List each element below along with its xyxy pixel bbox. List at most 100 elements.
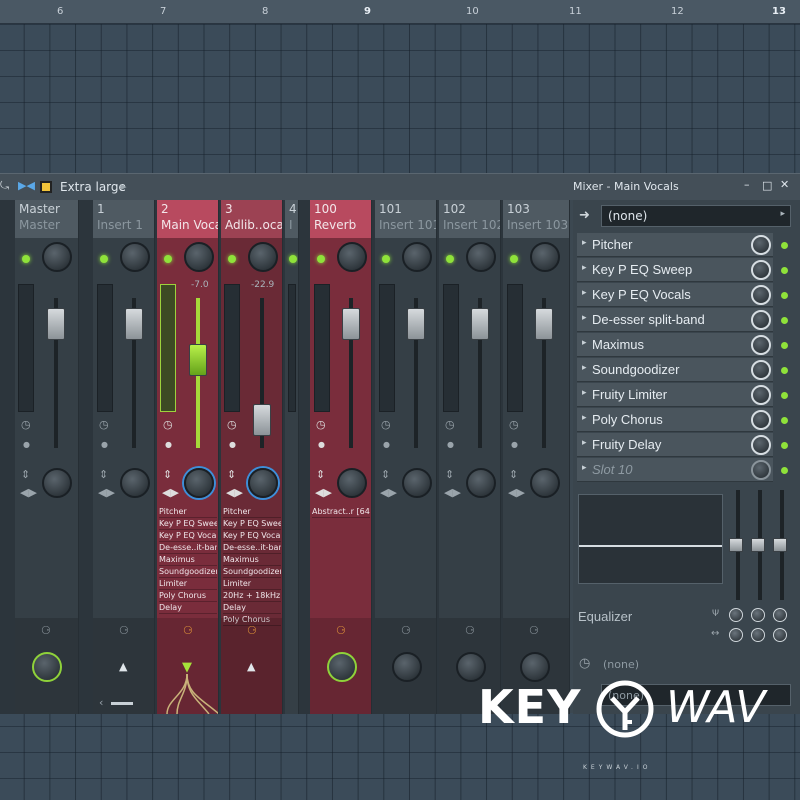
fx-item[interactable]: Key P EQ Vocals: [223, 530, 281, 542]
strip-header[interactable]: 102 Insert 102: [439, 200, 500, 238]
pan-knob[interactable]: [248, 242, 278, 272]
swap-icon[interactable]: ◀▶: [20, 486, 37, 499]
eq-band-handle[interactable]: [729, 538, 743, 552]
clock-icon[interactable]: ◷: [227, 418, 237, 431]
insert-strip[interactable]: 102 Insert 102 ◷ ● ⇕ ◀▶ ⚆: [439, 200, 501, 714]
slot-mix-knob[interactable]: [751, 385, 771, 405]
expand-icon[interactable]: ▸: [582, 313, 587, 323]
clock-icon[interactable]: ◷: [21, 418, 31, 431]
insert-strip[interactable]: 103 Insert 103 ◷ ● ⇕ ◀▶ ⚆: [503, 200, 570, 714]
route-up-icon[interactable]: ▲: [247, 660, 255, 673]
fx-slot-1[interactable]: ▸ Pitcher: [577, 233, 773, 257]
eq-freq-knob[interactable]: [729, 608, 743, 622]
slot-enable-led[interactable]: [781, 317, 788, 324]
volume-fader[interactable]: [253, 404, 271, 436]
route-knob[interactable]: [327, 652, 357, 682]
eq-freq-knob[interactable]: [773, 608, 787, 622]
fx-item[interactable]: Maximus: [159, 554, 217, 566]
route-icon[interactable]: ⚆: [247, 624, 257, 637]
mute-led[interactable]: [446, 255, 454, 263]
pan-knob[interactable]: [337, 242, 367, 272]
strip-header[interactable]: 3 Adlib..ocals: [221, 200, 282, 238]
clock-icon[interactable]: ◷: [509, 418, 519, 431]
input-arrow-icon[interactable]: ➜: [579, 208, 590, 223]
slot-mix-knob[interactable]: [751, 435, 771, 455]
fx-item[interactable]: Limiter: [223, 578, 281, 590]
slot-mix-knob[interactable]: [751, 310, 771, 330]
slot-mix-knob[interactable]: [751, 410, 771, 430]
volume-fader[interactable]: [535, 308, 553, 340]
strip-header[interactable]: 2 Main Vocals: [157, 200, 218, 238]
pan-knob[interactable]: [402, 242, 432, 272]
fx-item[interactable]: Key P EQ Sweep: [159, 518, 217, 530]
slot-enable-led[interactable]: [781, 367, 788, 374]
timeline-ruler[interactable]: 6 7 8 9 10 11 12 13: [0, 0, 800, 24]
route-icon[interactable]: ⚆: [183, 624, 193, 637]
mute-led[interactable]: [164, 255, 172, 263]
stereo-knob[interactable]: [337, 468, 367, 498]
route-icon[interactable]: ⚆: [119, 624, 129, 637]
swap-icon[interactable]: ◀▶: [162, 486, 179, 499]
stereo-knob[interactable]: [402, 468, 432, 498]
eq-band-handle[interactable]: [751, 538, 765, 552]
fx-slot-2[interactable]: ▸ Key P EQ Sweep: [577, 258, 773, 282]
fx-item[interactable]: De-esse..it-band: [159, 542, 217, 554]
fx-item[interactable]: Delay: [223, 602, 281, 614]
expand-icon[interactable]: ▸: [582, 388, 587, 398]
expand-icon[interactable]: ▸: [582, 438, 587, 448]
fx-item[interactable]: Soundgoodizer: [223, 566, 281, 578]
stereo-sep-icon[interactable]: ⇕: [163, 468, 172, 481]
scrollbar-thumb[interactable]: [111, 702, 133, 705]
fx-item[interactable]: Poly Chorus: [159, 590, 217, 602]
route-knob[interactable]: [392, 652, 422, 682]
eq-band-handle[interactable]: [773, 538, 787, 552]
route-icon[interactable]: ⚆: [465, 624, 475, 637]
insert-strip[interactable]: 100 Reverb ◷ ● ⇕ ◀▶ Abstract..r [64bit] …: [310, 200, 372, 714]
expand-icon[interactable]: ▸: [582, 338, 587, 348]
mute-led[interactable]: [317, 255, 325, 263]
strip-header[interactable]: 103 Insert 103: [503, 200, 569, 238]
tool-icon[interactable]: ⤿: [0, 179, 9, 193]
route-icon[interactable]: ⚆: [529, 624, 539, 637]
fx-item[interactable]: Key P EQ Sweep: [223, 518, 281, 530]
slot-enable-led[interactable]: [781, 417, 788, 424]
clock-icon[interactable]: ◷: [99, 418, 109, 431]
strip-header[interactable]: 101 Insert 101: [375, 200, 436, 238]
pan-knob[interactable]: [466, 242, 496, 272]
insert-strip[interactable]: 1 Insert 1 ◷ ● ⇕ ◀▶ ⚆ ▲ ‹: [93, 200, 155, 714]
output-select-value[interactable]: (none): [603, 658, 639, 671]
view-size-label[interactable]: Extra large: [60, 180, 126, 194]
slot-enable-led[interactable]: [781, 267, 788, 274]
mute-led[interactable]: [510, 255, 518, 263]
slot-mix-knob[interactable]: [751, 285, 771, 305]
fx-item[interactable]: Abstract..r [64bit]: [312, 506, 370, 518]
stereo-knob[interactable]: [248, 468, 278, 498]
chevron-left-icon[interactable]: ‹: [99, 696, 103, 709]
clock-icon[interactable]: ◷: [579, 656, 590, 671]
minimize-icon[interactable]: –: [744, 178, 750, 191]
route-knob[interactable]: [32, 652, 62, 682]
mute-led[interactable]: [100, 255, 108, 263]
route-icon[interactable]: ⚆: [401, 624, 411, 637]
expand-icon[interactable]: ▸: [582, 463, 587, 473]
fx-slot-9[interactable]: ▸ Fruity Delay: [577, 433, 773, 457]
mixer-title-bar[interactable]: Mixer - Main Vocals – □ ✕: [570, 174, 800, 200]
mute-led[interactable]: [228, 255, 236, 263]
stereo-sep-icon[interactable]: ⇕: [509, 468, 518, 481]
view-mode-icon[interactable]: [40, 181, 52, 193]
strip-header[interactable]: 4 I: [285, 200, 298, 238]
expand-icon[interactable]: ▸: [582, 263, 587, 273]
fx-slot-8[interactable]: ▸ Poly Chorus: [577, 408, 773, 432]
volume-fader[interactable]: [189, 344, 207, 376]
slot-mix-knob[interactable]: [751, 360, 771, 380]
stereo-sep-icon[interactable]: ⇕: [227, 468, 236, 481]
close-icon[interactable]: ✕: [780, 178, 789, 191]
fx-item[interactable]: Pitcher: [223, 506, 281, 518]
insert-strip-partial[interactable]: 4 I: [285, 200, 299, 714]
fx-item[interactable]: Maximus: [223, 554, 281, 566]
expand-icon[interactable]: ▸: [582, 288, 587, 298]
input-select[interactable]: (none) ▸: [601, 205, 791, 227]
expand-icon[interactable]: ▸: [582, 413, 587, 423]
pan-knob[interactable]: [42, 242, 72, 272]
route-up-icon[interactable]: ▲: [119, 660, 127, 673]
